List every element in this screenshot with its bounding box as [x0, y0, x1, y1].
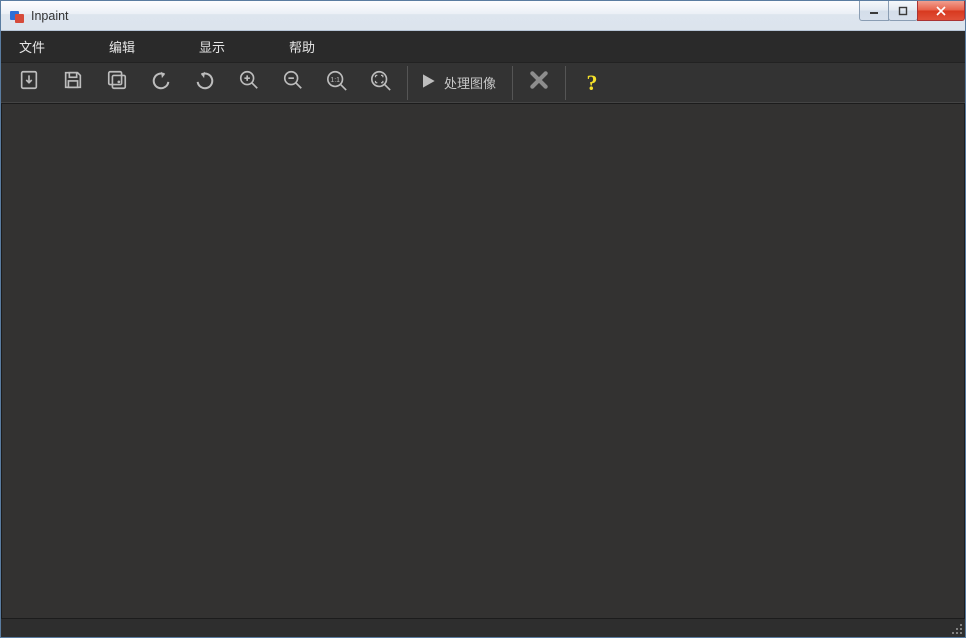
app-window: Inpaint 文件 编辑 显示 帮助 — [0, 0, 966, 638]
menu-help[interactable]: 帮助 — [279, 31, 325, 62]
window-title: Inpaint — [31, 9, 69, 23]
open-button[interactable] — [7, 64, 51, 102]
cancel-button[interactable] — [517, 64, 561, 102]
menu-view[interactable]: 显示 — [189, 31, 235, 62]
cancel-icon — [529, 70, 549, 95]
zoom-in-icon — [238, 69, 260, 96]
titlebar: Inpaint — [1, 1, 965, 31]
zoom-out-icon — [282, 69, 304, 96]
batch-button[interactable] — [95, 64, 139, 102]
window-controls — [860, 1, 965, 21]
app-icon — [9, 8, 25, 24]
play-icon — [418, 71, 438, 94]
maximize-button[interactable] — [888, 1, 918, 21]
toolbar-separator — [512, 66, 513, 100]
process-label: 处理图像 — [444, 73, 496, 92]
close-button[interactable] — [917, 1, 965, 21]
zoom-actual-icon: 1:1 — [325, 69, 349, 96]
menu-edit[interactable]: 编辑 — [99, 31, 145, 62]
zoom-fit-icon — [369, 69, 393, 96]
redo-button[interactable] — [183, 64, 227, 102]
batch-icon — [106, 69, 128, 96]
toolbar-separator — [407, 66, 408, 100]
process-button[interactable]: 处理图像 — [412, 64, 508, 102]
help-icon: ? — [587, 70, 598, 96]
menu-file[interactable]: 文件 — [9, 31, 55, 62]
menubar: 文件 编辑 显示 帮助 — [1, 31, 965, 63]
zoom-in-button[interactable] — [227, 64, 271, 102]
open-file-icon — [18, 69, 40, 96]
save-icon — [62, 69, 84, 96]
canvas-area[interactable] — [1, 103, 965, 619]
help-button[interactable]: ? — [570, 64, 614, 102]
toolbar-separator — [565, 66, 566, 100]
zoom-actual-button[interactable]: 1:1 — [315, 64, 359, 102]
statusbar — [1, 619, 965, 637]
redo-icon — [194, 69, 216, 96]
toolbar: 1:1 处理图像 ? — [1, 63, 965, 103]
minimize-button[interactable] — [859, 1, 889, 21]
undo-icon — [150, 69, 172, 96]
zoom-fit-button[interactable] — [359, 64, 403, 102]
save-button[interactable] — [51, 64, 95, 102]
undo-button[interactable] — [139, 64, 183, 102]
zoom-out-button[interactable] — [271, 64, 315, 102]
resize-grip[interactable] — [949, 621, 963, 635]
svg-text:1:1: 1:1 — [330, 77, 340, 84]
